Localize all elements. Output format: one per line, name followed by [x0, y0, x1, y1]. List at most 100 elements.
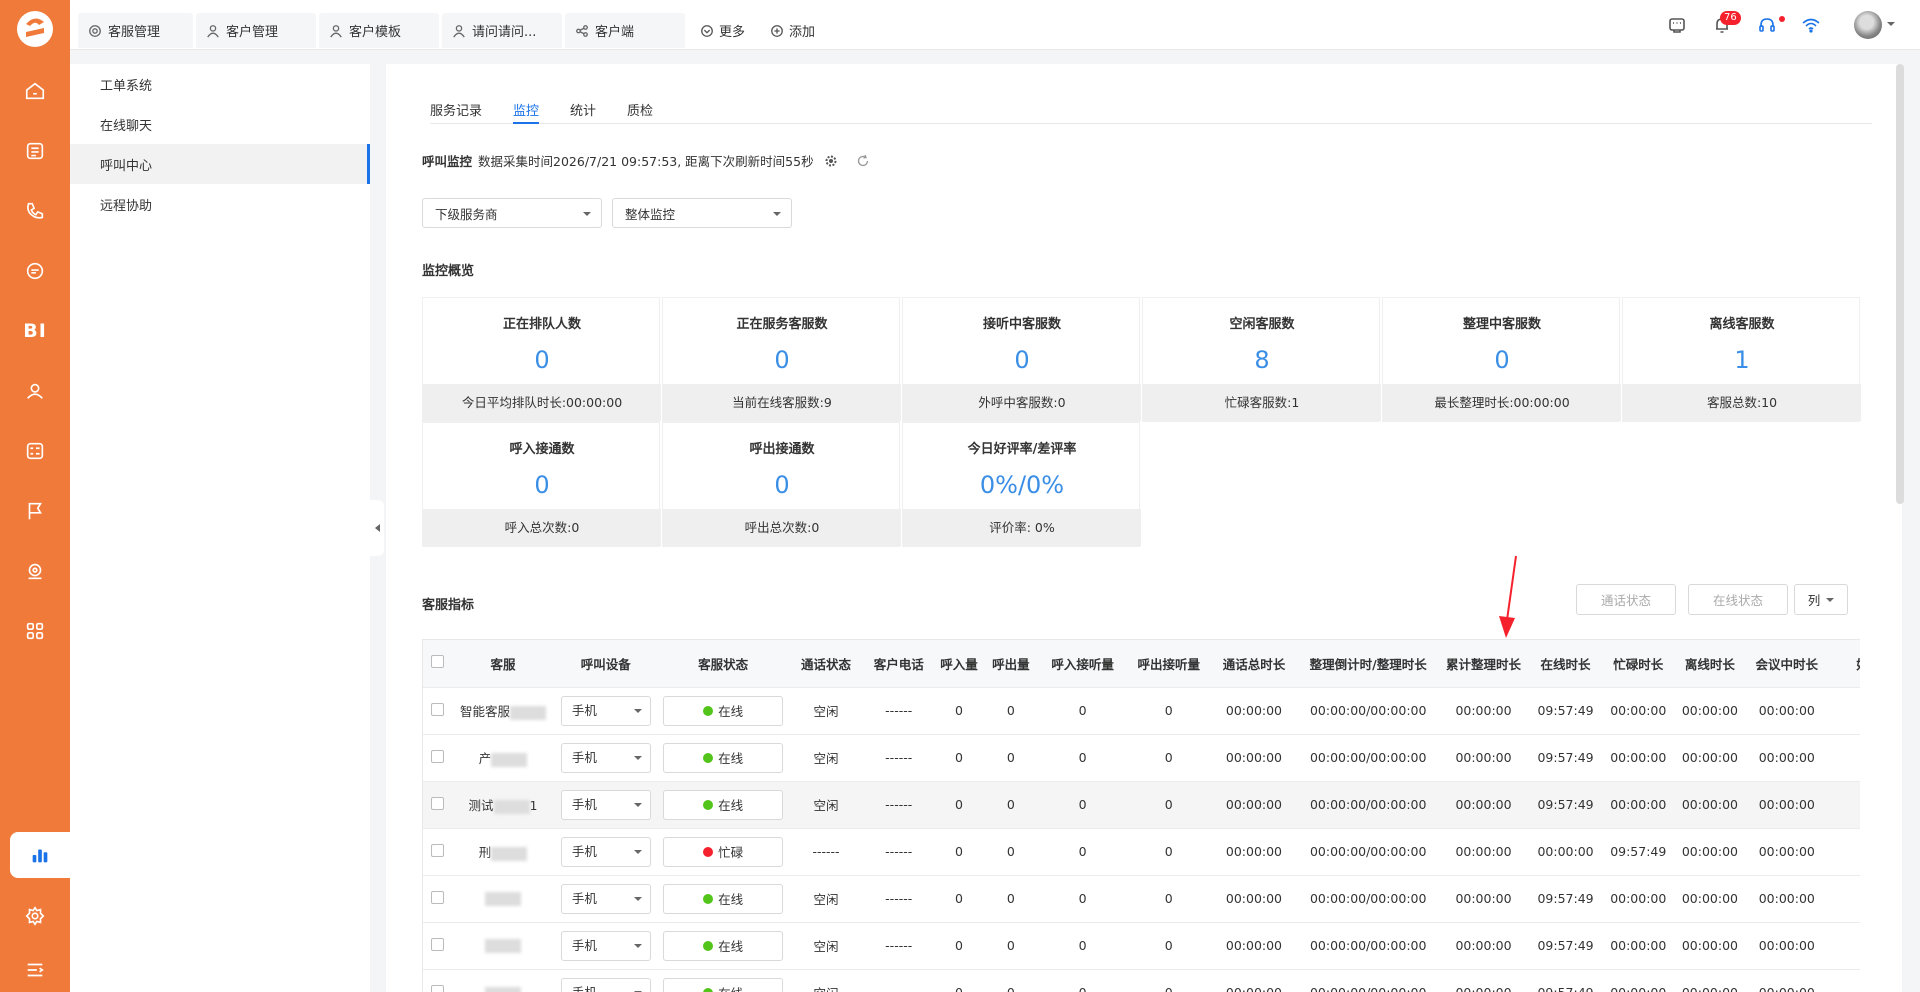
tab-monitor[interactable]: 监控 [513, 100, 540, 124]
device-select[interactable]: 手机 [560, 695, 651, 726]
row-checkbox[interactable] [431, 843, 445, 857]
device-select[interactable]: 手机 [560, 977, 651, 992]
row-checkbox[interactable] [431, 749, 445, 763]
row-select-cell[interactable] [423, 733, 453, 781]
agent-status-button[interactable]: 在线 [663, 789, 784, 820]
checklist-icon[interactable] [21, 437, 49, 465]
metric-cell: 00:00:00 [1210, 874, 1298, 922]
row-select-cell[interactable] [423, 780, 453, 828]
device-select[interactable]: 手机 [560, 930, 651, 961]
scope-select[interactable]: 整体监控 [612, 198, 792, 228]
subnav-item-remote-assist[interactable]: 远程协助 [70, 184, 370, 224]
phone-icon[interactable] [21, 197, 49, 225]
card-title: 离线客服数 [1709, 317, 1775, 332]
agent-status-button[interactable]: 在线 [663, 930, 784, 961]
agent-status-button[interactable]: 在线 [663, 977, 784, 992]
card-footer: 今日平均排队时长:00:00:00 [423, 384, 661, 421]
table-row[interactable]: 刑手机 忙碌 ------ ------ 0 0 0 0 00:00:00 00:00:00/00… [423, 827, 1860, 875]
row-select-cell[interactable] [423, 968, 453, 992]
tab-statistics[interactable]: 统计 [570, 100, 596, 124]
metric-cell: 0 [934, 921, 984, 969]
table-row[interactable]: 智能客服 手机 在线 空闲 ------ 0 0 0 0 00:00:00 00:00:00/00:… [423, 686, 1860, 734]
status-dot [703, 752, 714, 763]
home-icon[interactable] [21, 77, 49, 105]
gear-icon[interactable] [824, 154, 838, 168]
app-logo[interactable] [14, 8, 56, 50]
select-all-cell[interactable] [423, 640, 453, 687]
col-header: 在线时长 [1528, 640, 1603, 687]
row-select-cell[interactable] [423, 874, 453, 922]
more-button[interactable]: 更多 [700, 13, 745, 48]
card-title: 整理中客服数 [1462, 317, 1541, 332]
chat-icon[interactable] [21, 257, 49, 285]
metric-cell: 09:57:49 [1528, 686, 1603, 734]
top-tab-customer-mgmt[interactable]: 客户管理 [196, 13, 316, 48]
refresh-icon[interactable] [856, 154, 870, 168]
device-select[interactable]: 手机 [560, 836, 651, 867]
row-checkbox[interactable] [431, 984, 445, 992]
device-select[interactable]: 手机 [560, 742, 651, 773]
subnav-item-ticket-system[interactable]: 工单系统 [70, 64, 370, 104]
headset-icon[interactable] [1754, 12, 1780, 38]
flag-icon[interactable] [21, 497, 49, 525]
agent-status-button[interactable]: 在线 [663, 883, 784, 914]
wifi-icon[interactable] [1798, 12, 1824, 38]
bi-icon[interactable]: BI [21, 317, 49, 345]
apps-icon[interactable] [21, 617, 49, 645]
metric-cell: 0 [1127, 827, 1211, 875]
columns-button[interactable]: 列 [1794, 584, 1848, 615]
monitor-chart-icon[interactable] [10, 832, 70, 878]
device-select[interactable]: 手机 [560, 789, 651, 820]
contacts-icon[interactable] [21, 377, 49, 405]
row-checkbox[interactable] [431, 702, 445, 716]
top-tab-label: 客服管理 [108, 25, 161, 40]
subnav-item-call-center[interactable]: 呼叫中心 [70, 144, 370, 184]
status-dot [703, 940, 714, 951]
metric-cell: 00:00:00 [1673, 686, 1747, 734]
chevron-left-icon [374, 524, 380, 532]
collapse-menu-icon[interactable] [21, 956, 49, 984]
chevron-down-circle-icon [701, 24, 713, 37]
provider-select[interactable]: 下级服务商 [422, 198, 602, 228]
row-checkbox[interactable] [431, 890, 445, 904]
agent-icon[interactable] [21, 557, 49, 585]
tab-quality-check[interactable]: 质检 [627, 100, 653, 124]
device-select[interactable]: 手机 [560, 883, 651, 914]
agent-status-button[interactable]: 忙碌 [663, 836, 784, 867]
main-scrollbar[interactable] [1896, 64, 1904, 504]
table-row[interactable]: 测试 1 手机 在线 空闲 ------ 0 0 0 0 00:00:00 00:00:00/00:0… [423, 780, 1860, 828]
agent-status-button[interactable]: 在线 [663, 695, 784, 726]
avatar[interactable] [1854, 11, 1882, 39]
tab-service-records[interactable]: 服务记录 [430, 100, 482, 124]
document-icon[interactable] [21, 137, 49, 165]
keypad-icon[interactable] [1664, 12, 1690, 38]
row-select-cell[interactable] [423, 827, 453, 875]
row-select-cell[interactable] [423, 921, 453, 969]
metric-cell: 0% [1827, 733, 1860, 781]
subnav-item-online-chat[interactable]: 在线聊天 [70, 104, 370, 144]
call-status-button[interactable]: 通话状态 [1576, 584, 1676, 615]
row-checkbox[interactable] [431, 937, 445, 951]
agent-status-button[interactable]: 在线 [663, 742, 784, 773]
avatar-dropdown-icon[interactable] [1887, 22, 1895, 26]
table-row[interactable]: 手机在线空闲------000000:00:0000:00:00/00:00:0… [423, 874, 1860, 922]
add-tab-button[interactable]: 添加 [770, 13, 815, 48]
card-value: 8 [1254, 346, 1270, 374]
top-tab-client[interactable]: 客户端 [565, 13, 685, 48]
row-checkbox[interactable] [431, 796, 445, 810]
settings-icon[interactable] [21, 902, 49, 930]
card-value: 0 [774, 471, 790, 499]
device-cell: 手机 [553, 827, 658, 875]
table-row[interactable]: 产手机 在线 空闲 ------ 0 0 0 0 00:00:00 00:00:00/00:00:… [423, 733, 1860, 781]
card-title: 正在排队人数 [502, 317, 581, 332]
select-all-checkbox[interactable] [431, 655, 445, 669]
top-tab-service-mgmt[interactable]: 客服管理 [78, 13, 193, 48]
table-row[interactable]: 手机在线空闲------000000:00:0000:00:00/00:00:0… [423, 921, 1860, 969]
table-row[interactable]: 手机在线空闲------000000:00:0000:00:00/00:00:0… [423, 968, 1860, 992]
top-tab-question[interactable]: 请问请问... [442, 13, 562, 48]
row-select-cell[interactable] [423, 686, 453, 734]
device-cell: 手机 [553, 968, 658, 992]
online-status-button[interactable]: 在线状态 [1688, 584, 1788, 615]
sidebar-collapse-handle[interactable] [370, 500, 384, 556]
top-tab-customer-template[interactable]: 客户模板 [319, 13, 439, 48]
